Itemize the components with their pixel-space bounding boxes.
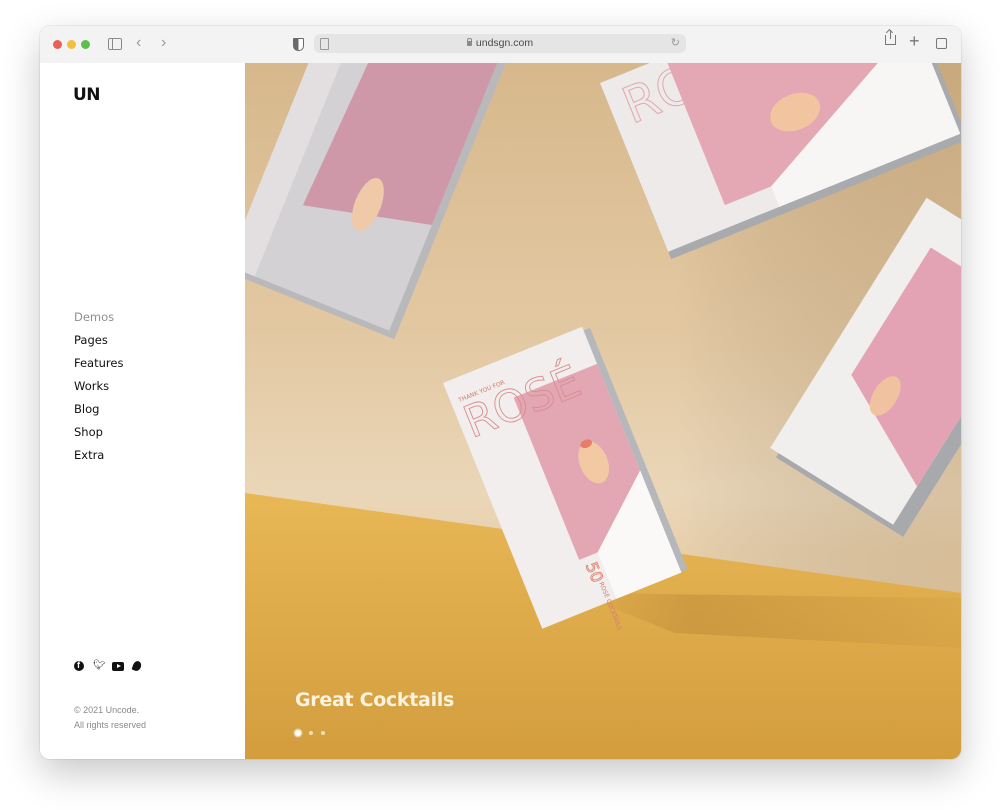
browser-window: ‹ › undsgn.com ↻ + UN Demos Pages Featur… [40,26,961,759]
menu-item-features[interactable]: Features [74,352,123,375]
browser-toolbar: ‹ › undsgn.com ↻ + [40,26,961,64]
site-logo[interactable]: UN [73,85,101,105]
facebook-icon[interactable] [74,660,84,671]
site-sidebar: UN Demos Pages Features Works Blog Shop … [40,63,245,759]
sidebar-toggle-icon[interactable] [108,38,122,50]
slide-dot-1[interactable] [295,730,301,736]
back-icon[interactable]: ‹ [136,34,141,52]
menu-item-demos[interactable]: Demos [74,306,123,329]
url-value: undsgn.com [475,37,534,49]
menu-item-shop[interactable]: Shop [74,421,123,444]
reload-icon[interactable]: ↻ [671,36,680,49]
slide-dot-2[interactable] [309,731,313,735]
copyright: © 2021 Uncode. All rights reserved [74,703,146,733]
social-links: 🐦︎ [74,659,143,673]
rights-line: All rights reserved [74,720,147,730]
menu-item-works[interactable]: Works [74,375,123,398]
youtube-icon[interactable] [112,661,124,671]
hero-image: ROS THANK YOU FOR ROSÉ 50 ROSÉ COCKTAILS [245,63,961,759]
slider-pagination [295,730,325,736]
menu-item-blog[interactable]: Blog [74,398,123,421]
twitter-icon[interactable]: 🐦︎ [93,661,106,671]
copyright-line: © 2021 Uncode. [74,705,140,715]
minimize-window-button[interactable] [67,40,76,49]
close-window-button[interactable] [53,40,62,49]
shield-icon[interactable] [293,38,304,51]
slide-dot-3[interactable] [321,731,325,735]
menu-item-extra[interactable]: Extra [74,444,123,467]
tabs-overview-icon[interactable] [933,35,947,49]
dribbble-icon[interactable] [131,659,143,673]
lock-icon [466,38,472,46]
hero-slider[interactable]: ROS THANK YOU FOR ROSÉ 50 ROSÉ COCKTAILS… [245,63,961,759]
url-text: undsgn.com [314,37,686,49]
share-icon[interactable] [885,30,896,45]
menu-item-pages[interactable]: Pages [74,329,123,352]
main-menu: Demos Pages Features Works Blog Shop Ext… [74,306,123,467]
maximize-window-button[interactable] [81,40,90,49]
new-tab-icon[interactable]: + [909,31,920,52]
forward-icon[interactable]: › [161,34,166,52]
hero-title: Great Cocktails [295,689,455,711]
address-bar[interactable]: undsgn.com ↻ [314,34,686,53]
